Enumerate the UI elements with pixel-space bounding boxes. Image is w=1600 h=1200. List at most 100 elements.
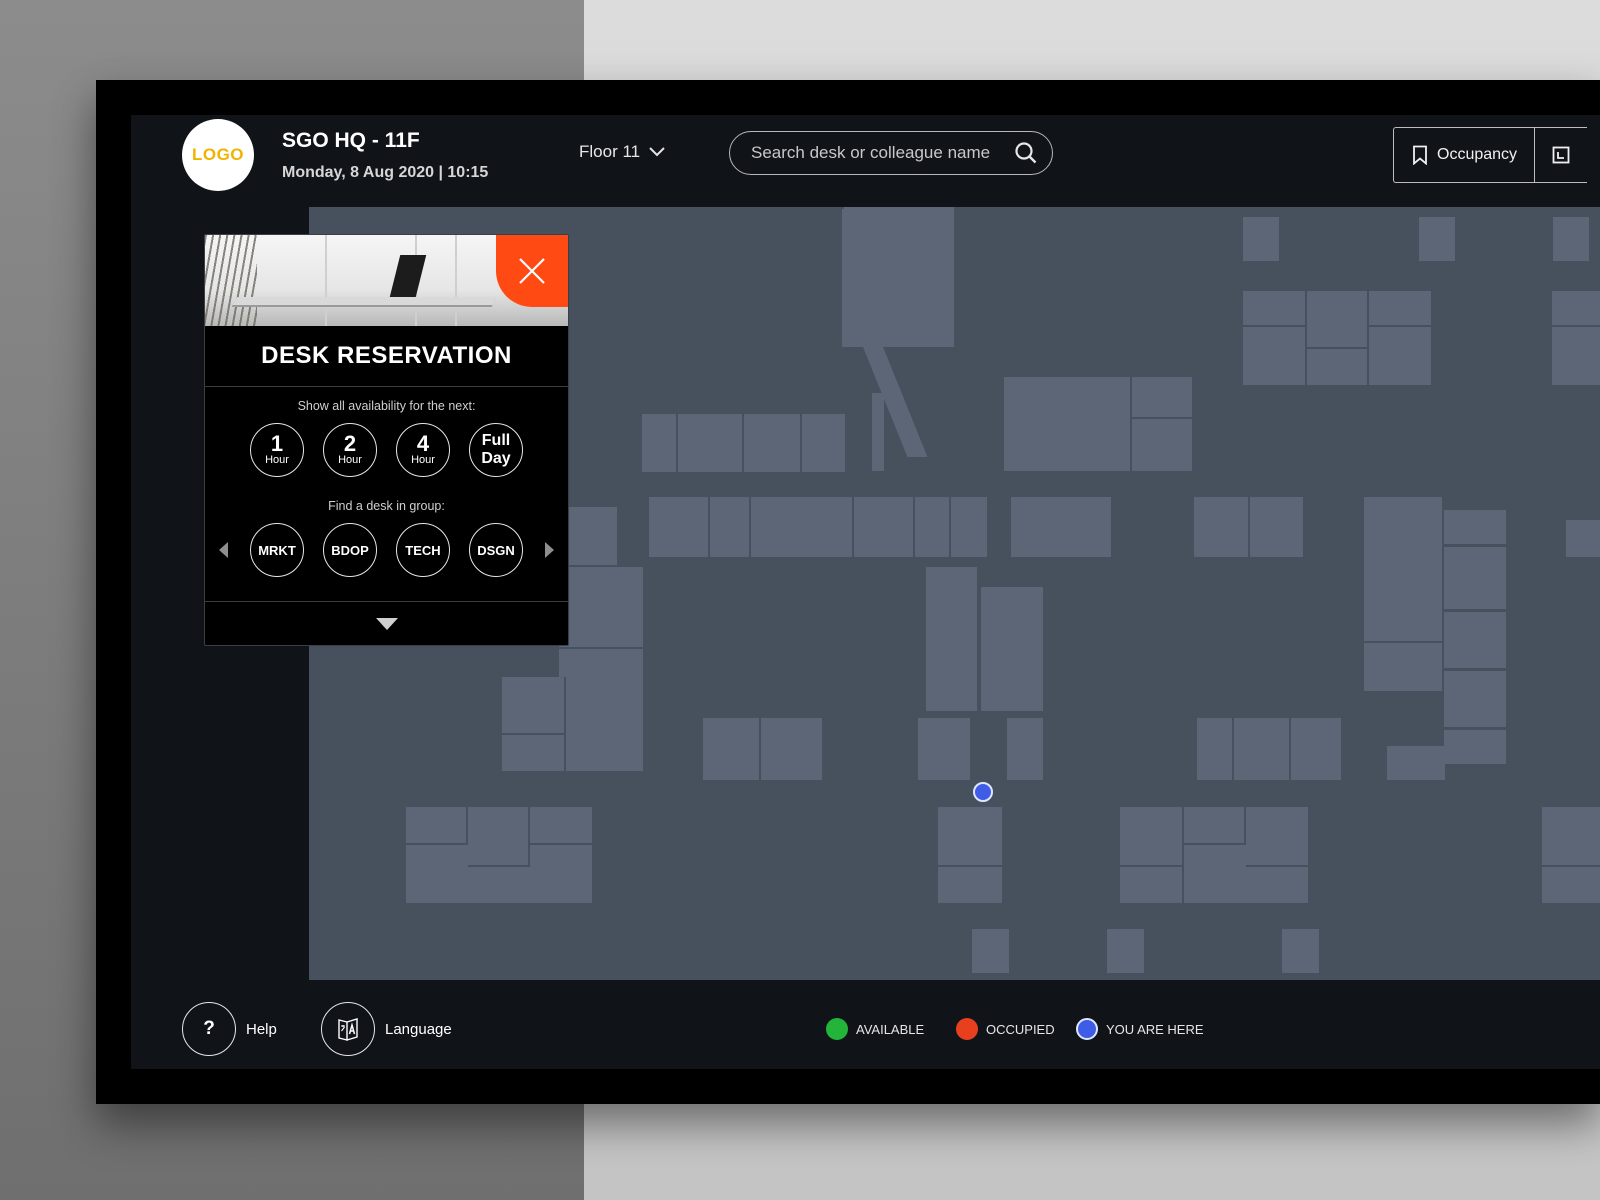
map-room[interactable] [1184,845,1246,903]
occupancy-button[interactable]: Occupancy [1394,128,1534,182]
search-icon[interactable] [1014,141,1038,165]
map-room[interactable] [406,807,468,843]
map-room[interactable] [1364,643,1442,691]
map-room[interactable] [1444,671,1506,727]
map-room[interactable] [530,845,592,903]
map-room[interactable] [842,209,954,347]
duration-1-hour-button[interactable]: 1 Hour [250,423,304,477]
map-room[interactable] [566,649,643,771]
map-room[interactable] [1234,718,1291,780]
map-room[interactable] [1553,217,1589,261]
duration-number: 2 [343,430,357,456]
map-room[interactable] [1307,291,1369,347]
map-room[interactable] [915,497,951,557]
map-room[interactable] [502,735,564,771]
map-room[interactable] [1552,291,1600,325]
group-dsgn-button[interactable]: DSGN [469,523,523,577]
group-next-arrow[interactable] [545,542,554,558]
map-room[interactable] [406,845,468,903]
map-room[interactable] [981,587,1043,711]
map-room[interactable] [1444,510,1506,544]
map-room[interactable] [1007,718,1043,780]
map-room[interactable] [1444,547,1506,609]
map-room[interactable] [1132,377,1192,417]
map-room[interactable] [468,807,530,865]
map-room[interactable] [1246,867,1308,903]
map-room[interactable] [1120,867,1182,903]
map-room[interactable] [1120,807,1184,865]
group-bdop-button[interactable]: BDOP [323,523,377,577]
map-room[interactable] [1307,349,1367,385]
map-room[interactable] [710,497,751,557]
map-room[interactable] [1369,291,1431,325]
language-button[interactable]: Language [321,1002,452,1056]
map-room[interactable] [872,393,884,471]
group-tech-button[interactable]: TECH [396,523,450,577]
map-room[interactable] [1444,612,1506,668]
map-room[interactable] [1243,327,1305,385]
map-room[interactable] [678,414,744,472]
expand-panel-button[interactable] [205,601,568,645]
map-room[interactable] [1243,217,1279,261]
map-room[interactable] [1387,746,1445,780]
search-input[interactable] [749,142,1014,164]
duration-number: 1 [270,430,284,456]
map-room[interactable] [1542,807,1600,865]
map-room[interactable] [744,414,802,472]
panel-title: DESK RESERVATION [205,326,568,387]
floor-dropdown[interactable]: Floor 11 [579,142,666,162]
map-room[interactable] [1132,419,1192,471]
help-icon: ? [182,1002,236,1056]
map-room[interactable] [1542,867,1600,903]
map-room[interactable] [1291,718,1341,780]
map-room[interactable] [1243,291,1307,325]
map-room[interactable] [1004,377,1130,471]
map-room[interactable] [951,497,987,557]
duration-4-hour-button[interactable]: 4 Hour [396,423,450,477]
map-room[interactable] [761,718,822,780]
page-title: SGO HQ - 11F [282,129,420,152]
map-room[interactable] [844,207,954,211]
group-mrkt-button[interactable]: MRKT [250,523,304,577]
help-button[interactable]: ? Help [182,1002,277,1056]
calendar-icon [1552,146,1570,164]
map-room[interactable] [1184,807,1246,843]
map-room[interactable] [502,677,564,733]
duration-full-day-button[interactable]: Full Day [469,423,523,477]
calendar-button[interactable] [1534,128,1587,182]
map-room[interactable] [918,718,970,780]
map-room[interactable] [938,867,1002,903]
map-room[interactable] [926,567,977,711]
duration-2-hour-button[interactable]: 2 Hour [323,423,377,477]
map-room[interactable] [972,929,1009,973]
search-box[interactable] [729,131,1053,175]
map-room[interactable] [1250,497,1303,557]
map-room[interactable] [468,867,530,903]
group-prev-arrow[interactable] [219,542,228,558]
map-room[interactable] [854,497,915,557]
map-room[interactable] [1552,327,1600,385]
map-room[interactable] [1194,497,1250,557]
map-room[interactable] [1107,929,1144,973]
map-room[interactable] [1444,730,1506,764]
map-room[interactable] [1364,497,1442,641]
map-room[interactable] [1419,217,1455,261]
map-room[interactable] [1369,327,1431,385]
map-room[interactable] [559,567,643,647]
map-room[interactable] [938,807,1002,865]
map-room[interactable] [1282,929,1319,973]
map-room[interactable] [649,497,710,557]
group-name: DSGN [477,542,515,558]
map-room[interactable] [530,807,592,843]
map-room[interactable] [802,414,845,472]
map-room[interactable] [751,497,854,557]
close-button[interactable] [496,235,568,307]
map-room[interactable] [1011,497,1111,557]
map-room[interactable] [1566,520,1600,557]
map-room[interactable] [642,414,678,472]
triangle-down-icon [375,617,398,630]
map-room[interactable] [1246,807,1308,865]
map-room[interactable] [703,718,761,780]
language-label: Language [385,1020,452,1038]
map-room[interactable] [1197,718,1234,780]
